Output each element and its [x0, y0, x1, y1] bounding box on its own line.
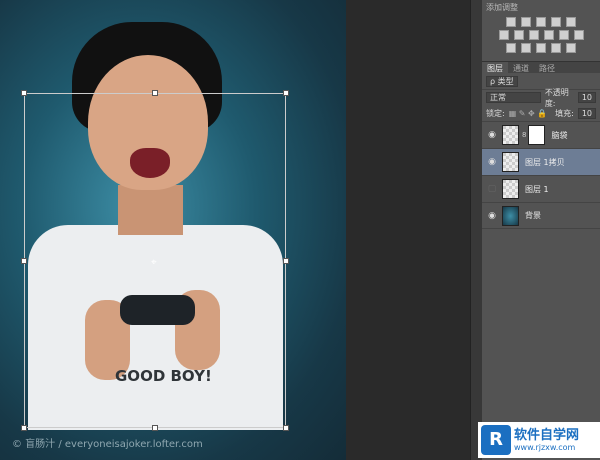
- eye-hidden-icon[interactable]: ▢: [482, 184, 502, 194]
- brightness-icon[interactable]: [506, 17, 516, 27]
- levels-icon[interactable]: [521, 17, 531, 27]
- watermark-url: www.rjzxw.com: [514, 442, 576, 452]
- layer-thumbnail: [502, 205, 519, 226]
- right-panel: 添加调整 图层 通道 路径 ρ 类型 正常 不透明度: 10 锁定: ▦ ✎ ✥…: [482, 0, 600, 460]
- layer-name: 图层 1拷贝: [525, 157, 565, 167]
- panel-dock-strip: [470, 0, 482, 460]
- fill-input[interactable]: 10: [577, 107, 596, 119]
- color-lookup-icon[interactable]: [573, 30, 584, 40]
- transform-handle[interactable]: [152, 425, 158, 431]
- posterize-icon[interactable]: [521, 43, 531, 53]
- gradient-map-icon[interactable]: [566, 43, 576, 53]
- transform-handle[interactable]: [21, 425, 27, 431]
- eye-icon[interactable]: ◉: [482, 157, 502, 167]
- layers-tabs: 图层 通道 路径: [482, 61, 600, 73]
- threshold-icon[interactable]: [536, 43, 546, 53]
- layer-thumbnail: [502, 152, 519, 172]
- watermark-logo: R 软件自学网 www.rjzxw.com: [478, 422, 600, 458]
- blend-mode-select[interactable]: 正常: [486, 92, 541, 103]
- selective-color-icon[interactable]: [551, 43, 561, 53]
- black-white-icon[interactable]: [528, 30, 539, 40]
- layer-item[interactable]: ▢ 图层 1: [482, 175, 600, 202]
- tab-channels[interactable]: 通道: [508, 62, 534, 73]
- fill-label: 填充:: [555, 108, 574, 118]
- adjustment-row-2: [482, 30, 600, 40]
- lock-label: 锁定:: [486, 108, 505, 118]
- transform-bounding-box[interactable]: ⌖: [21, 90, 289, 431]
- vibrance-icon[interactable]: [566, 17, 576, 27]
- layer-mask-thumbnail[interactable]: [528, 125, 546, 145]
- link-icon: 8: [522, 131, 527, 139]
- opacity-label: 不透明度:: [544, 87, 569, 108]
- hue-saturation-icon[interactable]: [498, 30, 509, 40]
- tab-layers[interactable]: 图层: [482, 62, 508, 73]
- layer-item[interactable]: ◉ 图层 1拷贝: [482, 148, 600, 175]
- layer-thumbnail: [502, 179, 519, 199]
- layer-thumbnail: [502, 125, 519, 145]
- transform-handle[interactable]: [283, 258, 289, 264]
- credit-text: © 盲肠汁 / everyoneisajoker.lofter.com: [12, 439, 203, 450]
- transform-handle[interactable]: [21, 258, 27, 264]
- curves-icon[interactable]: [536, 17, 546, 27]
- transform-center-icon[interactable]: ⌖: [151, 257, 157, 268]
- transform-handle[interactable]: [21, 90, 27, 96]
- color-balance-icon[interactable]: [513, 30, 524, 40]
- layer-item[interactable]: ◉ 背景: [482, 202, 600, 229]
- channel-mixer-icon[interactable]: [558, 30, 569, 40]
- pasteboard: [346, 0, 470, 460]
- eye-icon[interactable]: ◉: [482, 211, 502, 221]
- layer-item[interactable]: ◉ 8 脑袋: [482, 121, 600, 148]
- watermark-letter: R: [481, 425, 511, 455]
- transform-handle[interactable]: [283, 90, 289, 96]
- layer-filter-select[interactable]: ρ 类型: [486, 75, 518, 87]
- transform-handle[interactable]: [152, 90, 158, 96]
- lock-icons[interactable]: ▦ ✎ ✥ 🔒: [509, 109, 551, 118]
- layer-name: 图层 1: [525, 184, 549, 194]
- adjustments-title: 添加调整: [486, 3, 518, 12]
- exposure-icon[interactable]: [551, 17, 561, 27]
- transform-handle[interactable]: [283, 425, 289, 431]
- adjustment-row-1: [482, 17, 600, 27]
- document-canvas[interactable]: GOOD BOY! ⌖ © 盲肠汁 / everyoneisajoker.lof…: [0, 0, 346, 460]
- layer-name: 背景: [525, 211, 541, 220]
- adjustment-row-3: [482, 43, 600, 53]
- watermark-brand: 软件自学网: [514, 427, 580, 443]
- opacity-input[interactable]: 10: [577, 92, 596, 103]
- invert-icon[interactable]: [506, 43, 516, 53]
- photo-filter-icon[interactable]: [543, 30, 554, 40]
- layer-name: 脑袋: [551, 130, 568, 140]
- eye-icon[interactable]: ◉: [482, 130, 502, 140]
- tab-paths[interactable]: 路径: [534, 62, 560, 73]
